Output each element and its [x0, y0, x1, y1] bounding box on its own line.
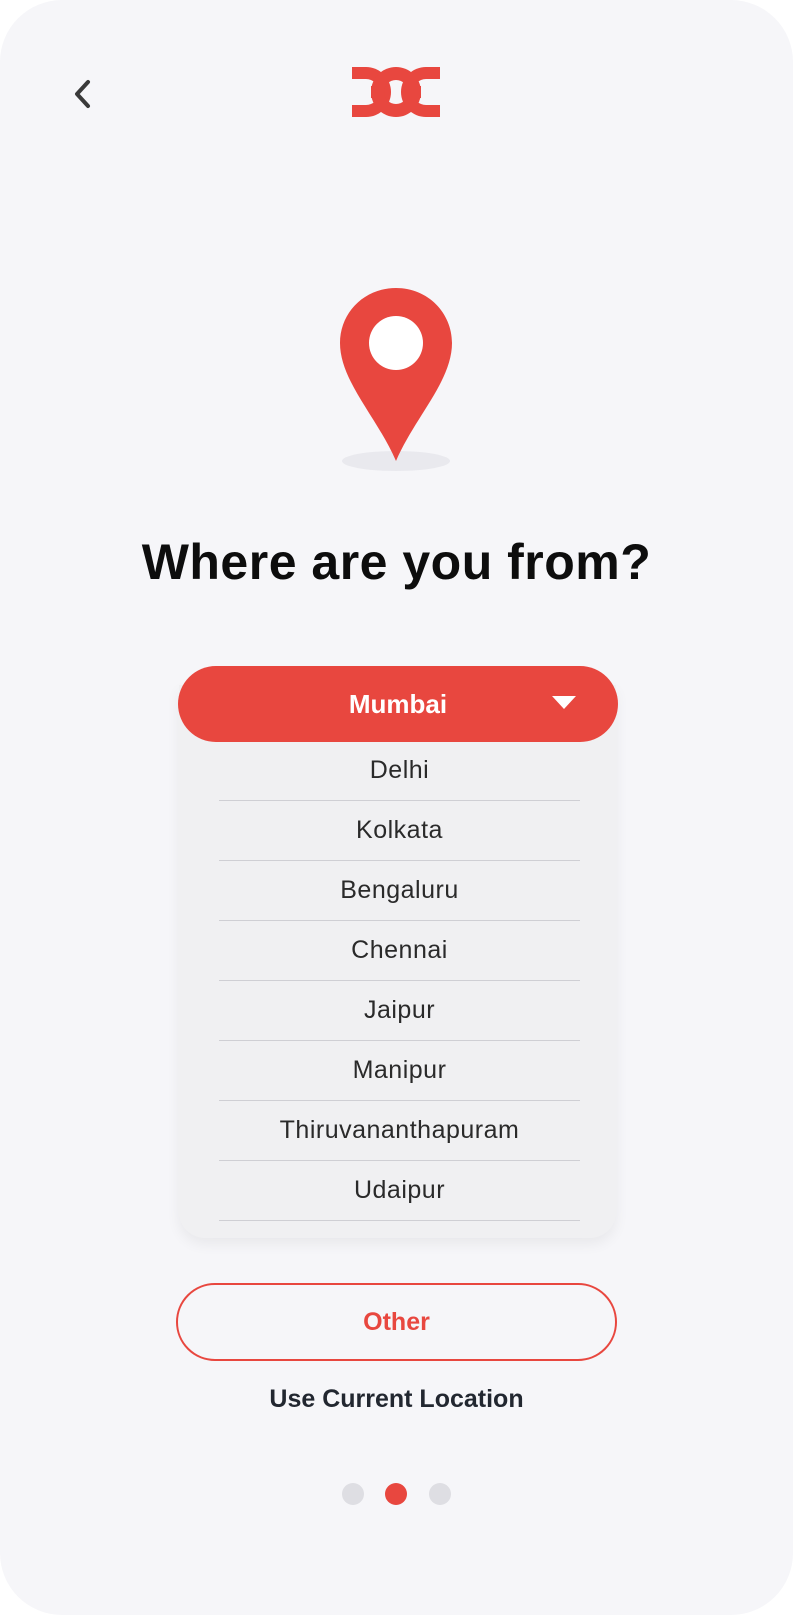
city-option-kolkata[interactable]: Kolkata: [219, 801, 580, 861]
city-option-jaipur[interactable]: Jaipur: [219, 981, 580, 1041]
city-options-list: Delhi Kolkata Bengaluru Chennai Jaipur M…: [219, 741, 580, 1221]
app-screen: Where are you from? Mumbai Delhi Kolkata…: [0, 0, 793, 1615]
pagination-dot-3[interactable]: [429, 1483, 451, 1505]
pagination-dot-2[interactable]: [385, 1483, 407, 1505]
city-option-delhi[interactable]: Delhi: [219, 741, 580, 801]
city-option-manipur[interactable]: Manipur: [219, 1041, 580, 1101]
use-current-location-link[interactable]: Use Current Location: [0, 1385, 793, 1414]
location-pin-icon: [330, 286, 464, 476]
caret-down-icon: [552, 696, 576, 709]
pagination-dots: [0, 1483, 793, 1505]
back-button[interactable]: [62, 72, 106, 116]
city-option-bengaluru[interactable]: Bengaluru: [219, 861, 580, 921]
city-option-chennai[interactable]: Chennai: [219, 921, 580, 981]
other-button[interactable]: Other: [176, 1283, 617, 1361]
city-select[interactable]: Mumbai: [178, 666, 618, 742]
city-option-udaipur[interactable]: Udaipur: [219, 1161, 580, 1221]
city-option-thiruvananthapuram[interactable]: Thiruvananthapuram: [219, 1101, 580, 1161]
page-title: Where are you from?: [141, 534, 652, 590]
doc-logo-icon: [352, 67, 440, 117]
pagination-dot-1[interactable]: [342, 1483, 364, 1505]
chevron-left-icon: [75, 80, 90, 108]
